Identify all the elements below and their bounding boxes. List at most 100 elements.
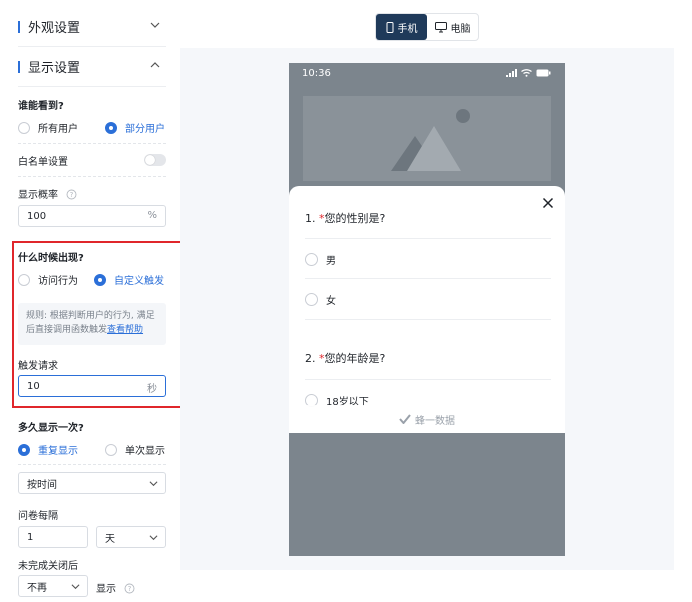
radio-circle-selected[interactable] bbox=[18, 443, 30, 456]
who-can-see-label: 谁能看到? bbox=[18, 101, 64, 112]
option-label: 女 bbox=[326, 296, 336, 307]
whitelist-toggle[interactable] bbox=[144, 154, 166, 166]
question-1-option-male[interactable]: 男 bbox=[305, 252, 336, 267]
radio-label: 访问行为 bbox=[38, 276, 78, 287]
radio-circle[interactable] bbox=[305, 253, 318, 266]
radio-circle-selected[interactable] bbox=[105, 121, 117, 134]
svg-text:?: ? bbox=[128, 585, 132, 593]
after-close-select[interactable]: 不再 bbox=[18, 575, 88, 597]
toggle-knob bbox=[145, 155, 155, 165]
image-icon bbox=[391, 109, 470, 171]
brand-name: 蜂一数据 bbox=[415, 415, 455, 427]
radio-circle[interactable] bbox=[305, 293, 318, 306]
phone-status-bar: 10:36 bbox=[289, 63, 565, 85]
question-number: 2. bbox=[305, 352, 316, 365]
select-value: 不再 bbox=[27, 582, 47, 594]
radio-label: 部分用户 bbox=[125, 124, 165, 135]
radio-label: 自定义触发 bbox=[114, 276, 164, 287]
radio-label: 所有用户 bbox=[38, 124, 78, 135]
how-often-radio-group: 重复显示 单次显示 bbox=[18, 442, 168, 458]
after-close-label: 未完成关闭后 bbox=[18, 561, 78, 572]
radio-label: 重复显示 bbox=[38, 446, 78, 457]
help-icon[interactable]: ? bbox=[66, 189, 77, 200]
radio-single-display[interactable]: 单次显示 bbox=[105, 442, 165, 457]
divider bbox=[305, 379, 551, 380]
after-close-suffix: 显示 bbox=[96, 584, 116, 595]
question-2-title: 2. *您的年龄是? bbox=[305, 350, 385, 366]
image-placeholder bbox=[303, 96, 551, 181]
frequency-mode-select[interactable]: 按时间 bbox=[18, 472, 166, 494]
chevron-down-icon[interactable] bbox=[150, 20, 160, 30]
status-time: 10:36 bbox=[302, 68, 331, 79]
close-icon[interactable] bbox=[542, 197, 554, 209]
radio-circle-selected[interactable] bbox=[94, 273, 106, 286]
display-probability-label: 显示概率 bbox=[18, 190, 58, 201]
section-appearance-header[interactable]: 外观设置 bbox=[18, 7, 166, 47]
rule-description: 规则: 根据判断用户的行为, 满足后直接调用函数触发查看帮助 bbox=[18, 303, 166, 345]
select-value: 天 bbox=[105, 533, 115, 545]
settings-panel: 外观设置 显示设置 谁能看到? 所有用户 部分用户 白名单设置 显示概率 ? 1… bbox=[0, 0, 182, 602]
trigger-request-input[interactable]: 10 秒 bbox=[18, 375, 166, 397]
section-appearance-title: 外观设置 bbox=[28, 21, 81, 36]
question-1-option-female[interactable]: 女 bbox=[305, 292, 336, 307]
section-display-header[interactable]: 显示设置 bbox=[18, 47, 166, 87]
radio-custom-trigger[interactable]: 自定义触发 bbox=[94, 272, 164, 287]
divider bbox=[18, 143, 166, 144]
help-icon[interactable]: ? bbox=[124, 583, 135, 594]
who-can-see-radio-group: 所有用户 部分用户 bbox=[18, 120, 168, 136]
interval-unit-select[interactable]: 天 bbox=[96, 526, 166, 548]
survey-popup: 1. *您的性别是? 男 女 2. *您的年龄是? 18岁以下 蜂一数据 bbox=[289, 186, 565, 433]
interval-label: 问卷每隔 bbox=[18, 511, 58, 522]
section-marker bbox=[18, 20, 20, 33]
brand-check-icon bbox=[399, 414, 411, 424]
chevron-up-icon[interactable] bbox=[150, 60, 160, 70]
radio-circle[interactable] bbox=[18, 273, 30, 286]
divider bbox=[18, 464, 166, 465]
input-suffix: 秒 bbox=[147, 384, 157, 395]
monitor-icon bbox=[434, 21, 447, 32]
divider bbox=[305, 278, 551, 279]
when-to-show-radio-group: 访问行为 自定义触发 bbox=[18, 272, 168, 288]
device-mobile-label: 手机 bbox=[397, 23, 418, 35]
device-toggle: 手机 电脑 bbox=[375, 13, 479, 41]
chevron-down-icon bbox=[149, 479, 158, 488]
how-often-label: 多久显示一次? bbox=[18, 423, 84, 434]
radio-some-users[interactable]: 部分用户 bbox=[105, 120, 165, 135]
radio-circle[interactable] bbox=[18, 121, 30, 134]
radio-circle[interactable] bbox=[105, 443, 117, 456]
signal-icon bbox=[506, 69, 517, 77]
radio-label: 单次显示 bbox=[125, 446, 165, 457]
trigger-request-label: 触发请求 bbox=[18, 361, 58, 372]
question-1-title: 1. *您的性别是? bbox=[305, 210, 385, 226]
chevron-down-icon bbox=[71, 582, 80, 591]
battery-icon bbox=[536, 69, 551, 77]
question-text: 您的性别是? bbox=[324, 212, 386, 225]
divider bbox=[305, 238, 551, 239]
interval-value-input[interactable]: 1 bbox=[18, 526, 88, 548]
brand-footer: 蜂一数据 bbox=[289, 405, 565, 433]
radio-visit-behavior[interactable]: 访问行为 bbox=[18, 272, 78, 287]
question-number: 1. bbox=[305, 212, 316, 225]
when-to-show-label: 什么时候出现? bbox=[18, 253, 84, 264]
whitelist-label: 白名单设置 bbox=[18, 157, 68, 168]
after-close-suffix-row: 显示 ? bbox=[96, 580, 135, 595]
radio-all-users[interactable]: 所有用户 bbox=[18, 120, 78, 135]
device-desktop-label: 电脑 bbox=[450, 23, 471, 35]
divider bbox=[18, 176, 166, 177]
section-marker bbox=[18, 60, 20, 73]
display-probability-label-row: 显示概率 ? bbox=[18, 186, 77, 201]
input-value: 10 bbox=[27, 380, 40, 392]
display-probability-input[interactable]: 100 % bbox=[18, 205, 166, 227]
device-desktop-button[interactable]: 电脑 bbox=[427, 14, 478, 40]
option-label: 男 bbox=[326, 256, 336, 267]
help-link[interactable]: 查看帮助 bbox=[107, 325, 143, 335]
device-mobile-button[interactable]: 手机 bbox=[376, 14, 427, 40]
radio-repeat-display[interactable]: 重复显示 bbox=[18, 442, 78, 457]
select-value: 按时间 bbox=[27, 479, 57, 491]
input-value: 1 bbox=[27, 531, 34, 543]
section-display-title: 显示设置 bbox=[28, 61, 81, 76]
wifi-icon bbox=[521, 69, 532, 77]
input-suffix: % bbox=[147, 210, 157, 221]
status-icons bbox=[506, 69, 551, 77]
chevron-down-icon bbox=[149, 533, 158, 542]
